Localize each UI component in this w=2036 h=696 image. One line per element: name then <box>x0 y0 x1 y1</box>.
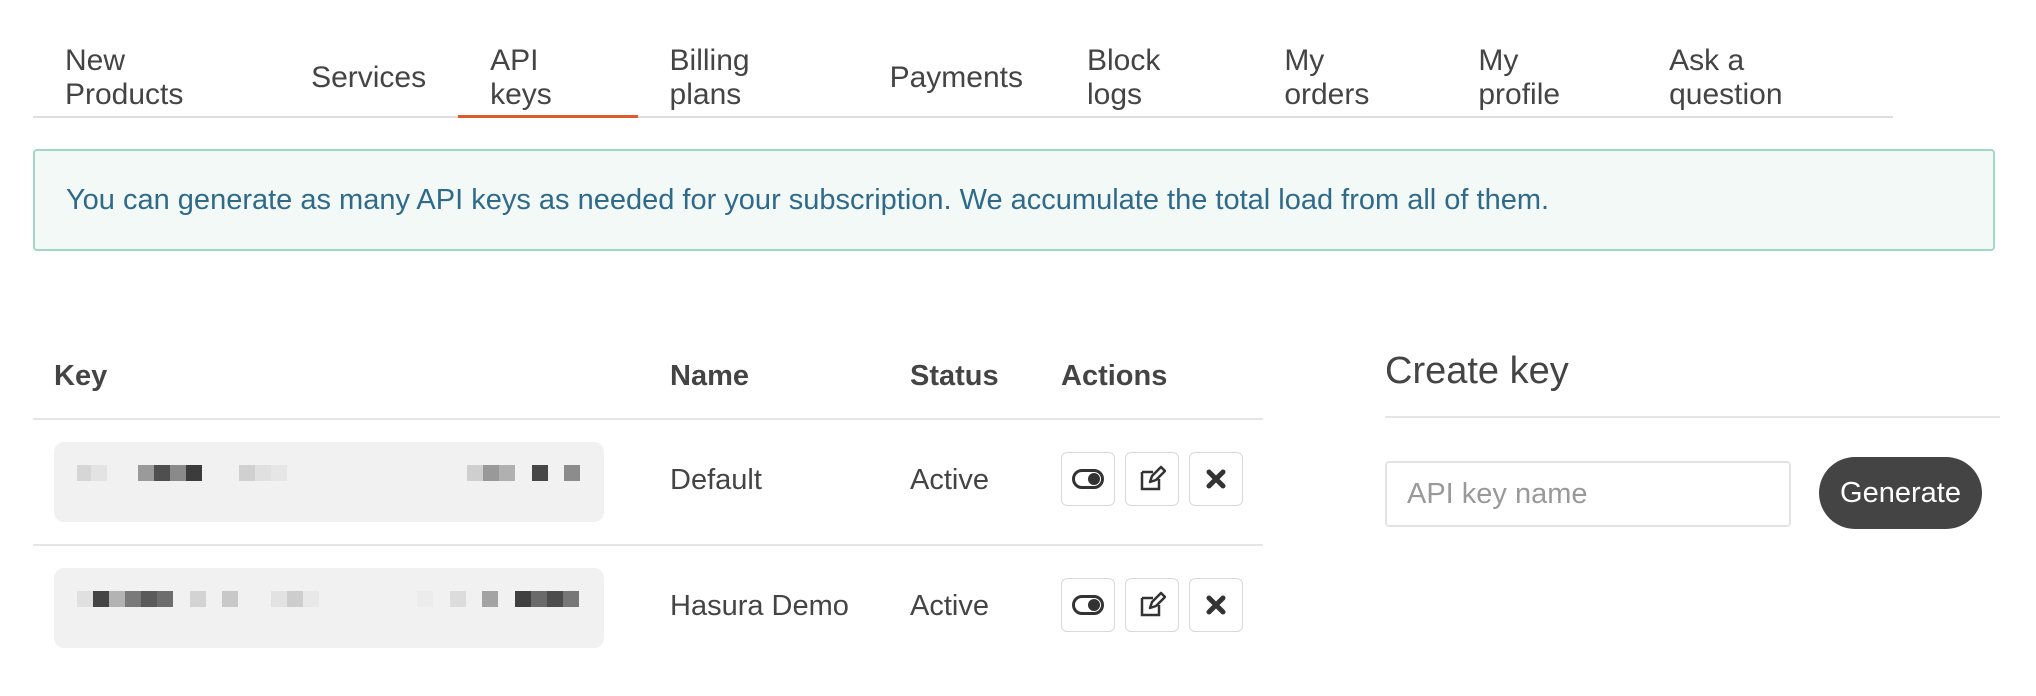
api-key-name-input[interactable] <box>1385 461 1791 527</box>
close-icon <box>1206 469 1226 489</box>
generate-button[interactable]: Generate <box>1819 457 1982 529</box>
info-alert: You can generate as many API keys as nee… <box>33 149 1995 251</box>
tab-services[interactable]: Services <box>279 40 458 116</box>
close-icon <box>1206 595 1226 615</box>
divider <box>1385 416 2000 418</box>
delete-button[interactable] <box>1189 578 1243 632</box>
edit-button[interactable] <box>1125 578 1179 632</box>
tab-payments[interactable]: Payments <box>858 40 1055 116</box>
key-status: Active <box>910 590 989 622</box>
table-row: Default Active <box>33 420 1263 546</box>
row-actions <box>1061 578 1243 632</box>
column-header-name: Name <box>670 360 749 392</box>
row-actions <box>1061 452 1243 506</box>
tab-ask-a-question[interactable]: Ask a question <box>1637 40 1893 116</box>
table-header: Key Name Status Actions <box>33 340 1263 420</box>
tab-new-products[interactable]: New Products <box>33 40 279 116</box>
key-name: Default <box>670 464 762 496</box>
column-header-actions: Actions <box>1061 360 1168 392</box>
info-alert-text: You can generate as many API keys as nee… <box>66 183 1550 216</box>
api-keys-table: Key Name Status Actions Default Active H… <box>33 340 1263 670</box>
key-name: Hasura Demo <box>670 590 849 622</box>
column-header-key: Key <box>54 360 108 392</box>
key-status: Active <box>910 464 989 496</box>
toggle-icon <box>1072 469 1104 489</box>
create-key-title: Create key <box>1385 350 1569 392</box>
api-key-value[interactable] <box>54 568 604 648</box>
tab-my-profile[interactable]: My profile <box>1446 40 1637 116</box>
toggle-button[interactable] <box>1061 452 1115 506</box>
api-key-value[interactable] <box>54 442 604 522</box>
tab-block-logs[interactable]: Block logs <box>1055 40 1252 116</box>
nav-tabs: New Products Services API keys Billing p… <box>33 40 1893 118</box>
tab-my-orders[interactable]: My orders <box>1252 40 1446 116</box>
edit-icon <box>1140 465 1166 491</box>
edit-icon <box>1140 591 1166 617</box>
toggle-icon <box>1072 595 1104 615</box>
column-header-status: Status <box>910 360 999 392</box>
toggle-button[interactable] <box>1061 578 1115 632</box>
edit-button[interactable] <box>1125 452 1179 506</box>
delete-button[interactable] <box>1189 452 1243 506</box>
tab-billing-plans[interactable]: Billing plans <box>638 40 858 116</box>
tab-api-keys[interactable]: API keys <box>458 40 638 118</box>
table-row: Hasura Demo Active <box>33 546 1263 670</box>
